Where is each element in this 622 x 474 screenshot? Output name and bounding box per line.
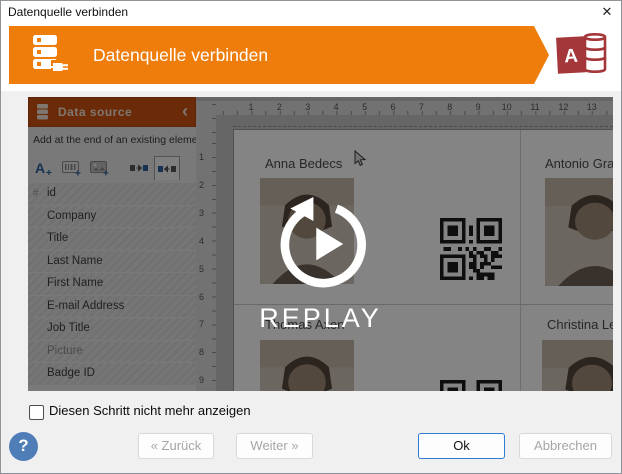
tutorial-preview: Data source ‹ Add at the end of an exist… [28,97,613,391]
replay-icon [275,196,371,297]
title-bar: Datenquelle verbinden ✕ [1,1,621,23]
close-icon[interactable]: ✕ [598,3,616,21]
dont-show-again-label: Diesen Schritt nicht mehr anzeigen [49,403,251,418]
help-button[interactable]: ? [9,432,38,461]
dialog-window: Datenquelle verbinden ✕ Datenquelle verb… [0,0,622,474]
replay-label: REPLAY [259,303,382,333]
svg-text:A: A [564,46,579,68]
database-plug-icon [25,33,71,82]
ok-button[interactable]: Ok [418,433,505,459]
banner-row: Datenquelle verbinden A [1,23,621,91]
banner-title: Datenquelle verbinden [93,45,269,65]
next-button[interactable]: Weiter » [236,433,313,459]
back-button[interactable]: « Zurück [138,433,214,459]
window-title: Datenquelle verbinden [8,5,129,19]
access-icon: A [552,28,610,85]
cancel-button[interactable]: Abbrechen [519,433,612,459]
replay-button[interactable]: REPLAY [28,97,613,391]
banner: Datenquelle verbinden [9,26,549,84]
dont-show-again-checkbox[interactable] [29,405,44,420]
